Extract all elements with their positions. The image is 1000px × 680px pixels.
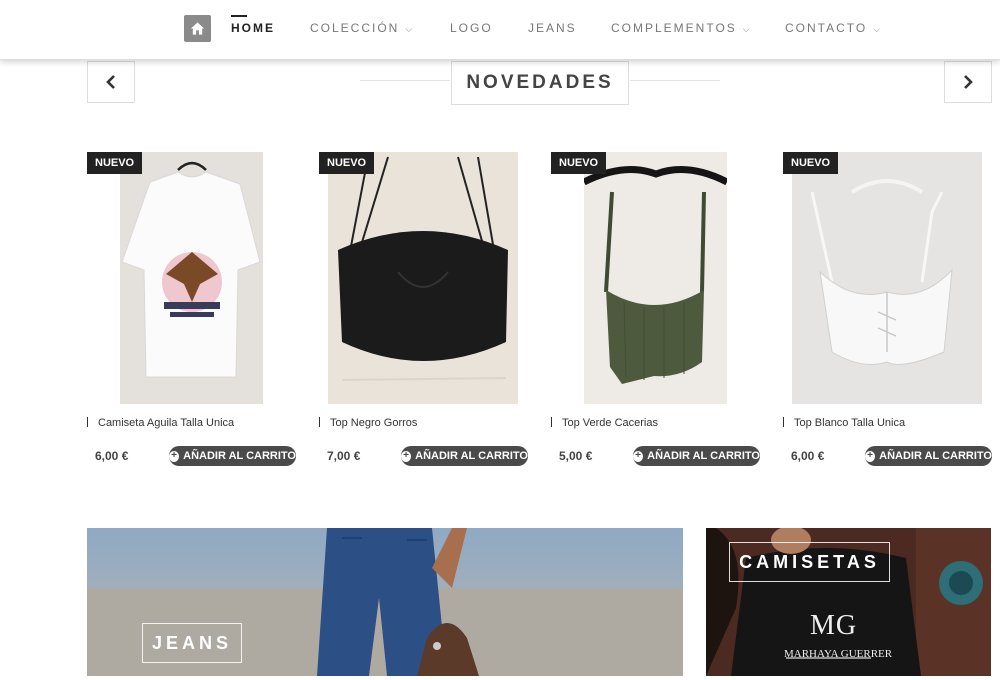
section-divider-right (630, 80, 720, 81)
camisetas-banner-label: CAMISETAS (729, 542, 890, 582)
nav-home-label: HOME (231, 21, 275, 35)
product-name-text: Camiseta Aguila Talla Unica (98, 417, 235, 429)
plus-icon: + (401, 450, 412, 462)
section-divider-left (360, 80, 450, 81)
product-price: 6,00 € (95, 449, 129, 463)
nav-home[interactable]: HOME (231, 21, 275, 35)
chevron-down-icon: ⌵ (873, 24, 881, 34)
new-badge: NUEVO (551, 152, 607, 174)
nav-jeans[interactable]: JEANS (528, 21, 577, 35)
add-to-cart-label: AÑADIR AL CARRITO (415, 450, 528, 462)
product-name-text: Top Blanco Talla Unica (794, 417, 906, 429)
nav-contacto-label: CONTACTO (785, 21, 868, 35)
camisetas-banner[interactable]: CAMISETAS MG MARHAYA GUERRER (706, 528, 991, 676)
product-price: 5,00 € (559, 449, 593, 463)
plus-icon: + (169, 450, 180, 462)
add-to-cart-button[interactable]: + AÑADIR AL CARRITO (865, 446, 992, 466)
active-indicator (231, 15, 247, 17)
new-badge: NUEVO (783, 152, 839, 174)
home-button[interactable] (184, 15, 211, 42)
product-name[interactable]: Top Blanco Talla Unica (783, 417, 905, 429)
nav-jeans-label: JEANS (528, 21, 577, 35)
product-name[interactable]: Camiseta Aguila Talla Unica (87, 417, 234, 429)
add-to-cart-button[interactable]: + AÑADIR AL CARRITO (633, 446, 760, 466)
product-price: 6,00 € (791, 449, 825, 463)
add-to-cart-button[interactable]: + AÑADIR AL CARRITO (169, 446, 296, 466)
carousel-next-button[interactable] (944, 61, 992, 103)
plus-icon: + (633, 450, 644, 462)
product-name-text: Top Negro Gorros (330, 417, 418, 429)
add-to-cart-label: AÑADIR AL CARRITO (183, 450, 296, 462)
product-image[interactable] (792, 152, 982, 404)
new-badge: NUEVO (87, 152, 143, 174)
product-image[interactable] (120, 152, 263, 404)
add-to-cart-label: AÑADIR AL CARRITO (647, 450, 760, 462)
new-badge: NUEVO (319, 152, 375, 174)
chevron-left-icon (106, 75, 115, 89)
nav-coleccion-label: COLECCIÓN (310, 21, 400, 35)
product-price: 7,00 € (327, 449, 361, 463)
product-name[interactable]: Top Verde Cacerias (551, 417, 658, 429)
plus-icon: + (865, 450, 876, 462)
chevron-down-icon: ⌵ (405, 24, 413, 34)
brand-logo-initials: MG (810, 610, 858, 641)
chevron-right-icon (964, 75, 973, 89)
home-icon (190, 22, 205, 35)
nav-contacto[interactable]: CONTACTO ⌵ (785, 21, 880, 35)
nav-logo-label: LOGO (450, 21, 493, 35)
nav-coleccion[interactable]: COLECCIÓN ⌵ (310, 21, 412, 35)
jeans-banner-label: JEANS (142, 623, 242, 663)
section-title: NOVEDADES (451, 61, 629, 105)
jeans-banner[interactable]: JEANS (87, 528, 683, 676)
product-image[interactable] (584, 152, 727, 404)
add-to-cart-label: AÑADIR AL CARRITO (879, 450, 992, 462)
add-to-cart-button[interactable]: + AÑADIR AL CARRITO (401, 446, 528, 466)
nav-complementos-label: COMPLEMENTOS (611, 21, 737, 35)
top-navigation: HOME COLECCIÓN ⌵ LOGO JEANS COMPLEMENTOS ⌵… (0, 0, 1000, 60)
product-name[interactable]: Top Negro Gorros (319, 417, 417, 429)
brand-logo-text: MARHAYA GUERRER (784, 648, 893, 660)
carousel-prev-button[interactable] (87, 61, 135, 103)
nav-complementos[interactable]: COMPLEMENTOS ⌵ (611, 21, 750, 35)
chevron-down-icon: ⌵ (742, 24, 750, 34)
product-image[interactable] (328, 152, 518, 404)
nav-logo[interactable]: LOGO (450, 21, 493, 35)
product-name-text: Top Verde Cacerias (562, 417, 658, 429)
